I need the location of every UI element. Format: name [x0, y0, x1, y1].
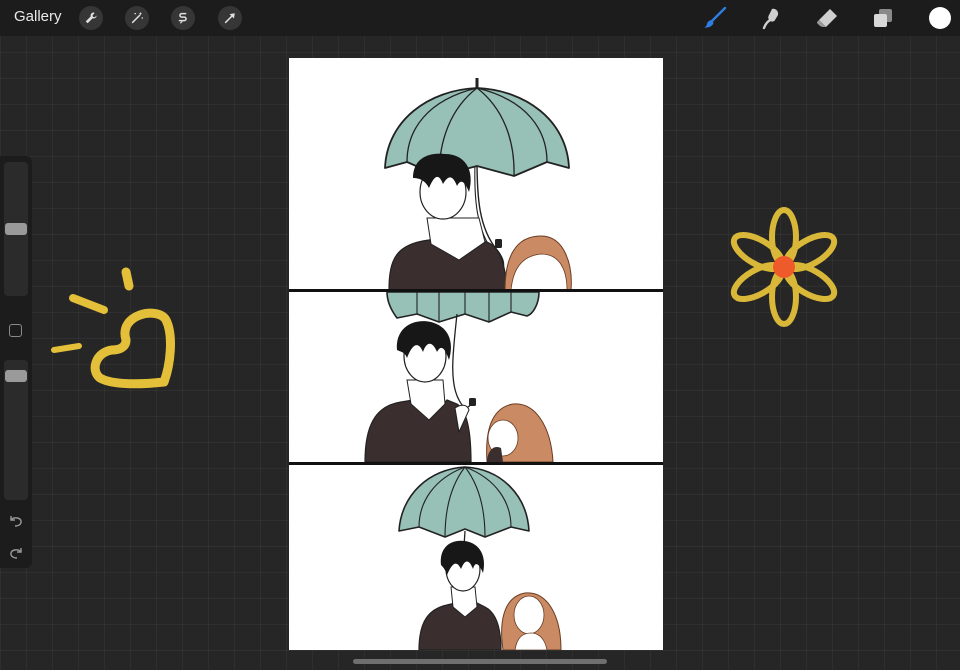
- brush-size-slider[interactable]: [4, 162, 28, 296]
- transform-icon: [224, 13, 235, 24]
- heart-doodle: [51, 267, 175, 389]
- selection-icon: [178, 12, 187, 24]
- brush-size-slider-thumb[interactable]: [5, 223, 27, 235]
- modify-square-icon[interactable]: [9, 324, 22, 337]
- actions-button[interactable]: [79, 6, 103, 30]
- magic-wand-icon: [131, 11, 144, 24]
- sidebar: [0, 156, 32, 568]
- opacity-slider[interactable]: [4, 360, 28, 500]
- selection-button[interactable]: [171, 6, 195, 30]
- wrench-icon: [85, 12, 97, 24]
- opacity-slider-thumb[interactable]: [5, 370, 27, 382]
- adjustments-button[interactable]: [125, 6, 149, 30]
- comic-panel-2: [364, 292, 554, 462]
- brush-tool-button[interactable]: [703, 6, 727, 30]
- eraser-tool-button[interactable]: [815, 6, 839, 30]
- gallery-button[interactable]: Gallery: [14, 8, 62, 25]
- undo-icon: [10, 516, 22, 527]
- smudge-icon: [762, 8, 779, 30]
- brush-icon: [704, 6, 727, 28]
- redo-icon: [10, 548, 22, 559]
- top-toolbar: Gallery: [0, 0, 960, 36]
- comic-panel-3: [398, 466, 562, 650]
- undo-button[interactable]: [8, 514, 24, 528]
- smudge-tool-button[interactable]: [759, 6, 783, 30]
- flower-center: [773, 256, 795, 278]
- redo-button[interactable]: [8, 546, 24, 560]
- transform-button[interactable]: [218, 6, 242, 30]
- eraser-icon: [817, 9, 837, 27]
- home-indicator[interactable]: [353, 659, 607, 664]
- layers-icon: [874, 9, 892, 27]
- layers-button[interactable]: [871, 6, 895, 30]
- comic-panel-1: [384, 78, 572, 290]
- color-picker-button[interactable]: [929, 7, 951, 29]
- drawing-canvas[interactable]: [289, 58, 663, 650]
- flower-doodle: [730, 207, 838, 327]
